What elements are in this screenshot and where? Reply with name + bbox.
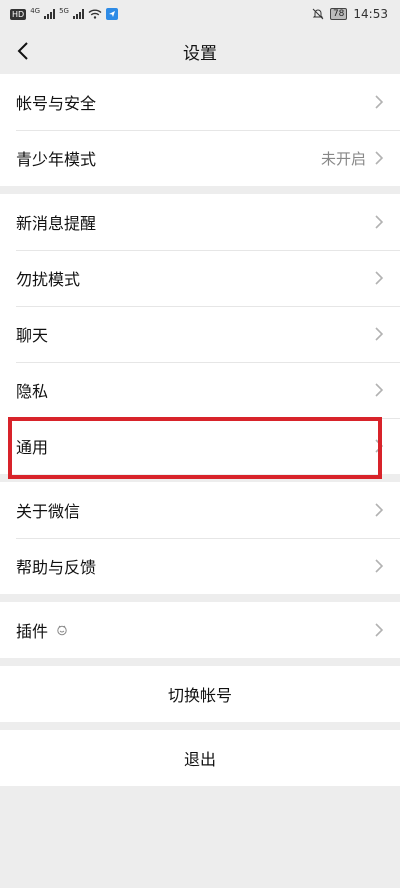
row-label: 通用 (16, 438, 49, 457)
settings-group-about: 关于微信 帮助与反馈 (0, 482, 400, 594)
row-general[interactable]: 通用 (0, 418, 400, 474)
row-account-security[interactable]: 帐号与安全 (0, 74, 400, 130)
signal-icon-2 (72, 9, 84, 19)
switch-account-label: 切换帐号 (167, 686, 232, 705)
wifi-icon (88, 9, 102, 19)
row-privacy[interactable]: 隐私 (0, 362, 400, 418)
logout-button[interactable]: 退出 (0, 730, 400, 786)
status-bar: HD 4G 5G 78 14:53 (0, 0, 400, 28)
chevron-right-icon (375, 503, 384, 517)
chevron-right-icon (375, 95, 384, 109)
settings-group-general: 新消息提醒 勿扰模式 聊天 隐私 通用 (0, 194, 400, 474)
chevron-right-icon (375, 439, 384, 453)
back-arrow-icon (17, 42, 28, 60)
switch-account-button[interactable]: 切换帐号 (0, 666, 400, 722)
row-label: 勿扰模式 (16, 270, 81, 289)
row-label: 新消息提醒 (16, 214, 97, 233)
hd-badge: HD (10, 8, 27, 20)
chevron-right-icon (375, 215, 384, 229)
settings-group-account: 帐号与安全 青少年模式 未开启 (0, 74, 400, 186)
group-separator (0, 594, 400, 602)
logout-label: 退出 (183, 750, 216, 769)
row-new-message-notify[interactable]: 新消息提醒 (0, 194, 400, 250)
plugin-icon (57, 625, 67, 636)
chevron-right-icon (375, 327, 384, 341)
row-value: 未开启 (320, 149, 366, 168)
row-about-wechat[interactable]: 关于微信 (0, 482, 400, 538)
chevron-right-icon (375, 559, 384, 573)
row-label: 聊天 (16, 326, 49, 345)
battery-icon: 78 (329, 8, 348, 20)
app-notification-icon (105, 8, 118, 20)
group-separator (0, 186, 400, 194)
back-button[interactable] (10, 38, 36, 64)
nav-bar: 设置 (0, 28, 400, 74)
row-label: 隐私 (16, 382, 49, 401)
row-label: 插件 (16, 622, 49, 641)
chevron-right-icon (375, 151, 384, 165)
row-label: 帐号与安全 (16, 94, 97, 113)
chevron-right-icon (375, 271, 384, 285)
chevron-right-icon (375, 383, 384, 397)
row-chat[interactable]: 聊天 (0, 306, 400, 362)
row-plugins[interactable]: 插件 (0, 602, 400, 658)
row-youth-mode[interactable]: 青少年模式 未开启 (0, 130, 400, 186)
row-label: 帮助与反馈 (16, 558, 97, 577)
row-do-not-disturb[interactable]: 勿扰模式 (0, 250, 400, 306)
signal-icon (44, 9, 56, 19)
clock: 14:53 (353, 7, 388, 21)
group-separator (0, 722, 400, 730)
chevron-right-icon (375, 623, 384, 637)
network-type-2: 5G (59, 7, 69, 15)
row-label: 关于微信 (16, 502, 81, 521)
row-label: 青少年模式 (16, 150, 97, 169)
group-separator (0, 658, 400, 666)
settings-group-plugins: 插件 (0, 602, 400, 658)
network-type-1: 4G (30, 7, 41, 15)
group-separator (0, 474, 400, 482)
page-title: 设置 (183, 43, 217, 64)
mute-bell-icon (312, 8, 324, 20)
row-help-feedback[interactable]: 帮助与反馈 (0, 538, 400, 594)
